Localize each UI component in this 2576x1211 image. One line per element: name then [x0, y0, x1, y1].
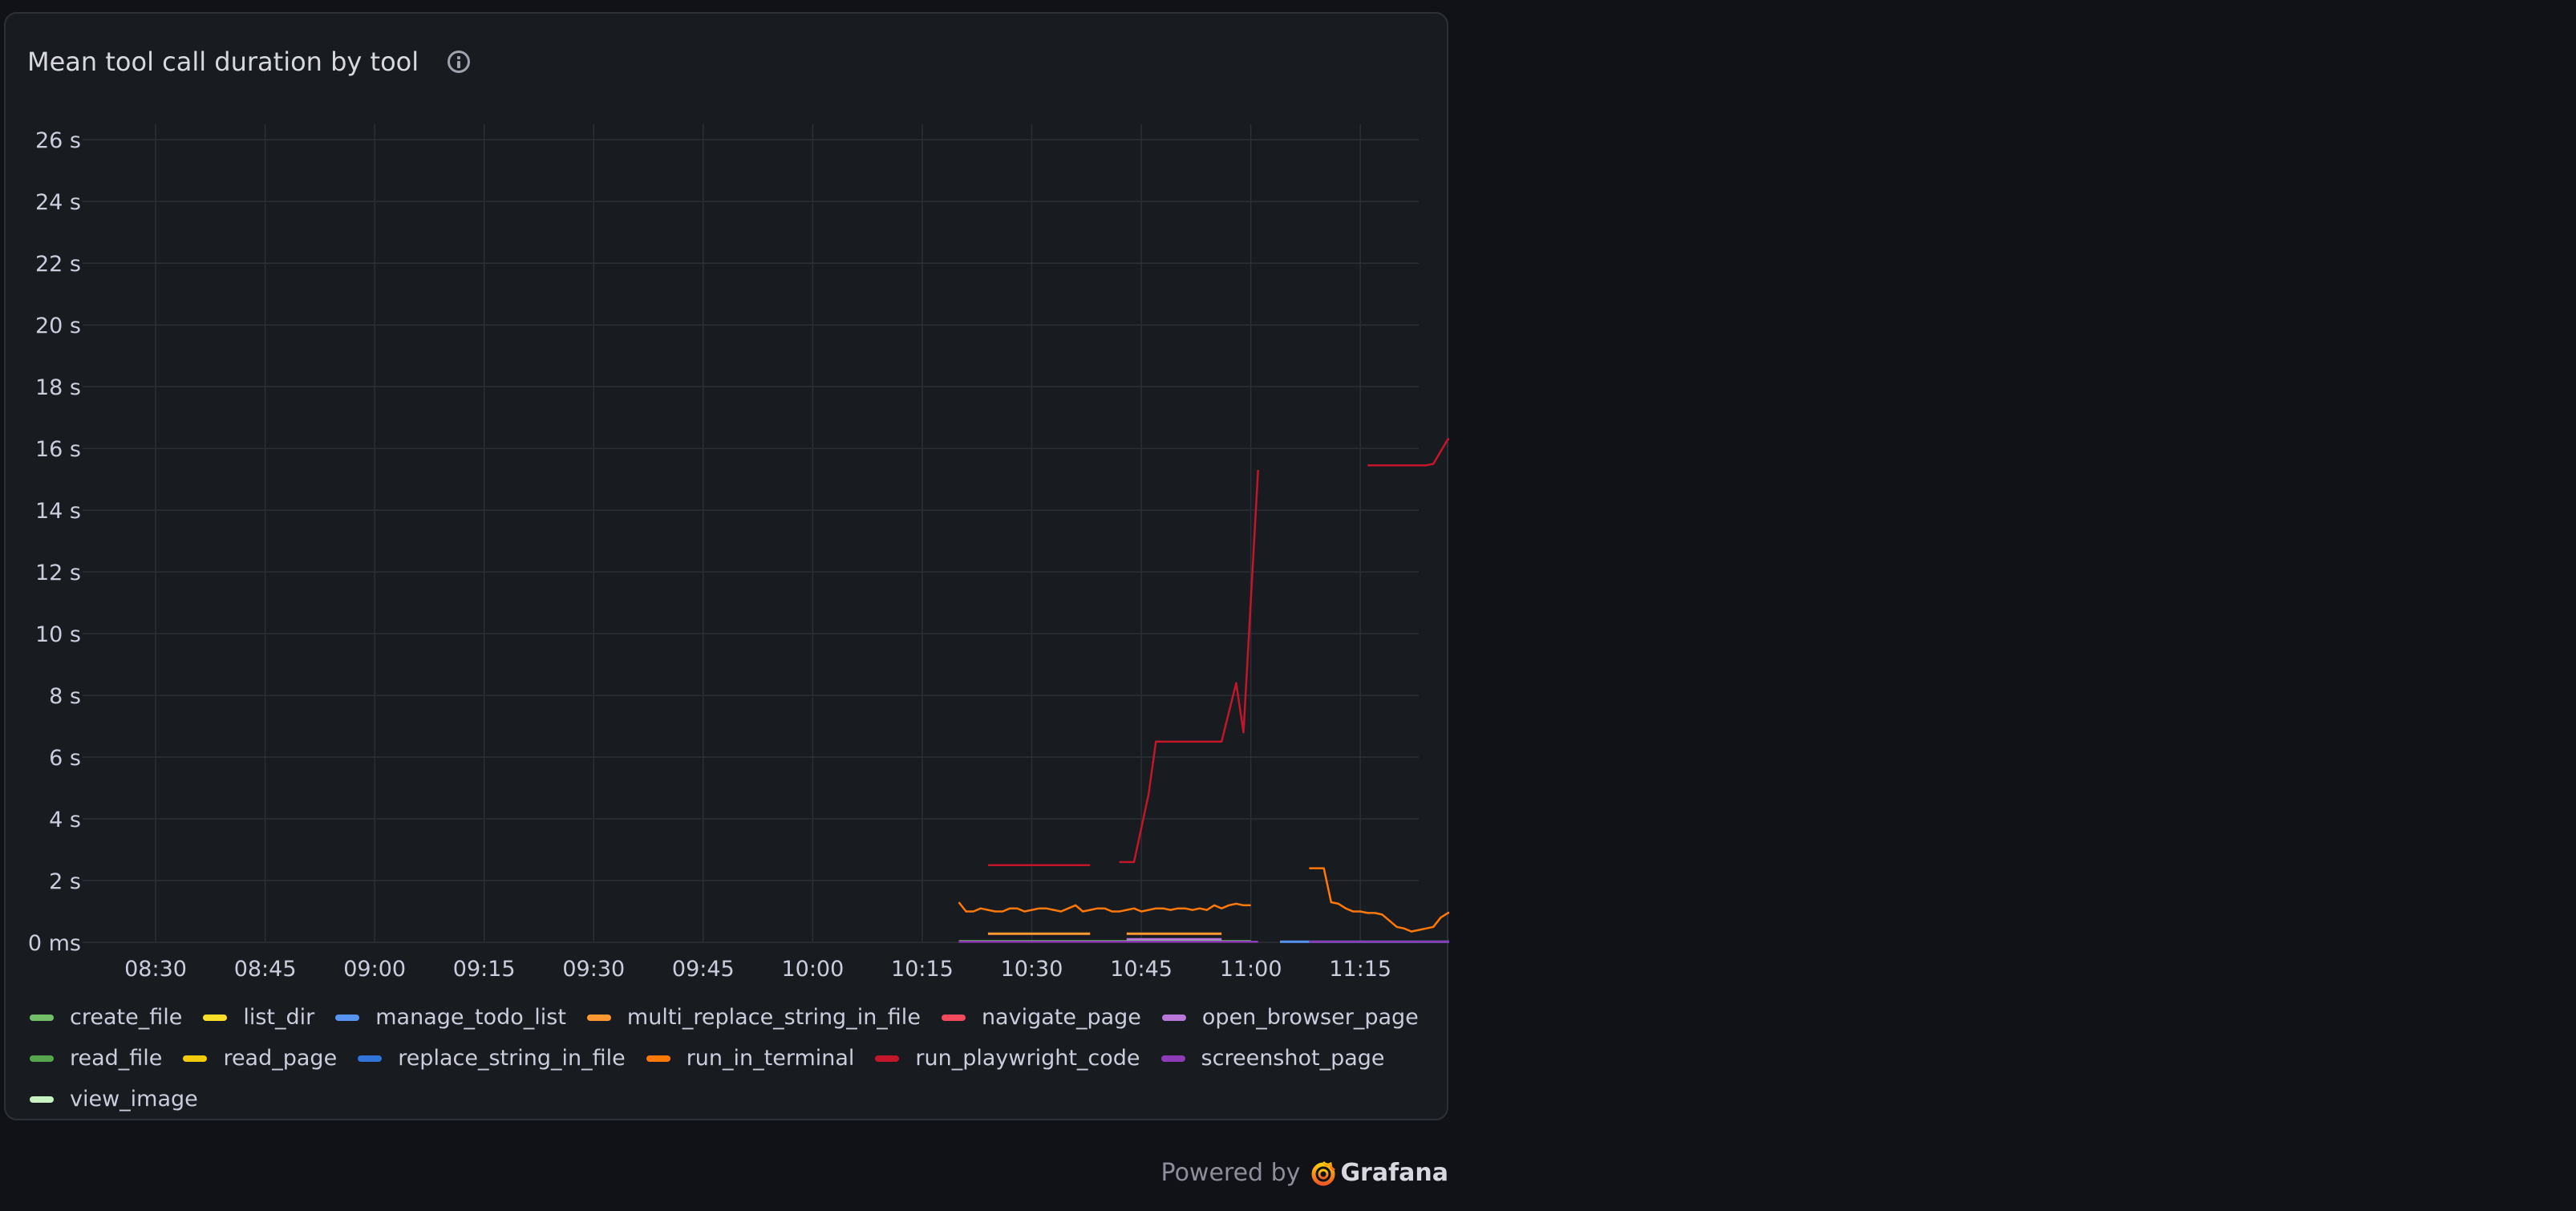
- y-tick-label: 8 s: [49, 684, 81, 709]
- series-line-run_playwright_code: [1119, 470, 1259, 864]
- x-tick-label: 11:00: [1220, 957, 1282, 982]
- legend-label: open_browser_page: [1201, 1005, 1419, 1030]
- y-tick-label: 24 s: [35, 190, 81, 215]
- legend-item[interactable]: open_browser_page: [1161, 1005, 1419, 1030]
- legend-label: manage_todo_list: [375, 1005, 566, 1030]
- y-tick-label: 0 ms: [28, 931, 81, 956]
- series-line-run_playwright_code: [1367, 438, 1449, 467]
- legend-label: read_page: [223, 1046, 338, 1071]
- series-line-run_in_terminal: [958, 901, 1251, 913]
- legend-label: navigate_page: [981, 1005, 1141, 1030]
- legend-item[interactable]: create_file: [30, 1005, 182, 1030]
- legend-item[interactable]: screenshot_page: [1160, 1046, 1385, 1071]
- x-tick-label: 10:00: [781, 957, 844, 982]
- legend-swatch: [335, 1014, 360, 1021]
- y-tick-label: 2 s: [49, 869, 81, 894]
- legend-label: run_in_terminal: [686, 1046, 855, 1071]
- x-tick-label: 09:00: [343, 957, 406, 982]
- legend-label: create_file: [70, 1005, 183, 1030]
- legend-item[interactable]: run_in_terminal: [646, 1046, 855, 1071]
- legend-item[interactable]: multi_replace_string_in_file: [586, 1005, 921, 1030]
- x-tick-label: 08:45: [234, 957, 297, 982]
- grafana-brand: Grafana: [1340, 1159, 1448, 1187]
- legend-swatch: [358, 1055, 383, 1062]
- legend-label: read_file: [70, 1046, 163, 1071]
- legend-item[interactable]: view_image: [30, 1087, 198, 1112]
- x-tick-label: 11:15: [1329, 957, 1391, 982]
- y-tick-label: 20 s: [35, 314, 81, 338]
- legend-swatch: [1161, 1014, 1186, 1021]
- y-tick-label: 18 s: [35, 375, 81, 400]
- y-tick-label: 22 s: [35, 252, 81, 277]
- legend-item[interactable]: read_page: [183, 1046, 337, 1071]
- legend-swatch: [30, 1055, 54, 1062]
- y-tick-label: 16 s: [35, 437, 81, 462]
- x-tick-label: 09:15: [453, 957, 516, 982]
- series-line-run_in_terminal: [1309, 867, 1449, 933]
- x-tick-label: 10:30: [1001, 957, 1063, 982]
- x-tick-label: 10:45: [1110, 957, 1173, 982]
- x-tick-label: 09:45: [672, 957, 735, 982]
- legend-label: multi_replace_string_in_file: [626, 1005, 921, 1030]
- legend-item[interactable]: navigate_page: [941, 1005, 1141, 1030]
- y-tick-label: 4 s: [49, 808, 81, 832]
- x-tick-label: 09:30: [562, 957, 625, 982]
- legend-swatch: [203, 1014, 228, 1021]
- legend: create_file list_dir manage_todo_list multi…: [30, 997, 1425, 1120]
- legend-row: read_file read_page replace_string_in_file…: [30, 1038, 1425, 1079]
- y-tick-label: 26 s: [35, 128, 81, 153]
- powered-by[interactable]: Powered by Grafana: [1161, 1159, 1448, 1187]
- legend-swatch: [183, 1055, 208, 1062]
- legend-swatch: [30, 1014, 54, 1021]
- legend-item[interactable]: manage_todo_list: [335, 1005, 566, 1030]
- legend-swatch: [941, 1014, 966, 1021]
- legend-label: screenshot_page: [1201, 1046, 1385, 1071]
- legend-item[interactable]: replace_string_in_file: [358, 1046, 626, 1071]
- legend-item[interactable]: run_playwright_code: [875, 1046, 1140, 1071]
- legend-swatch: [586, 1014, 611, 1021]
- legend-row: view_image: [30, 1079, 1425, 1120]
- legend-label: view_image: [70, 1087, 198, 1112]
- powered-by-label: Powered by: [1160, 1159, 1301, 1187]
- grafana-logo-icon: [1311, 1160, 1336, 1185]
- legend-swatch: [646, 1055, 670, 1062]
- legend-swatch: [875, 1055, 900, 1062]
- chart[interactable]: 0 ms 2 s 4 s 6 s 8 s 10 s 12 s 14 s 16 s 18 s 20 s…: [6, 14, 1449, 992]
- legend-label: run_playwright_code: [915, 1046, 1140, 1071]
- x-tick-label: 10:15: [891, 957, 954, 982]
- legend-label: list_dir: [243, 1005, 315, 1030]
- legend-row: create_file list_dir manage_todo_list multi…: [30, 997, 1425, 1038]
- legend-swatch: [1160, 1055, 1185, 1062]
- panel: Mean tool call duration by tool 0 ms 2 s4…: [4, 12, 1449, 1120]
- legend-item[interactable]: list_dir: [203, 1005, 314, 1030]
- y-tick-label: 6 s: [49, 746, 81, 771]
- y-tick-label: 12 s: [35, 561, 81, 585]
- x-tick-label: 08:30: [124, 957, 187, 982]
- legend-swatch: [30, 1096, 54, 1103]
- y-tick-label: 10 s: [35, 622, 81, 647]
- y-tick-label: 14 s: [35, 499, 81, 524]
- legend-item[interactable]: read_file: [30, 1046, 162, 1071]
- legend-label: replace_string_in_file: [398, 1046, 626, 1071]
